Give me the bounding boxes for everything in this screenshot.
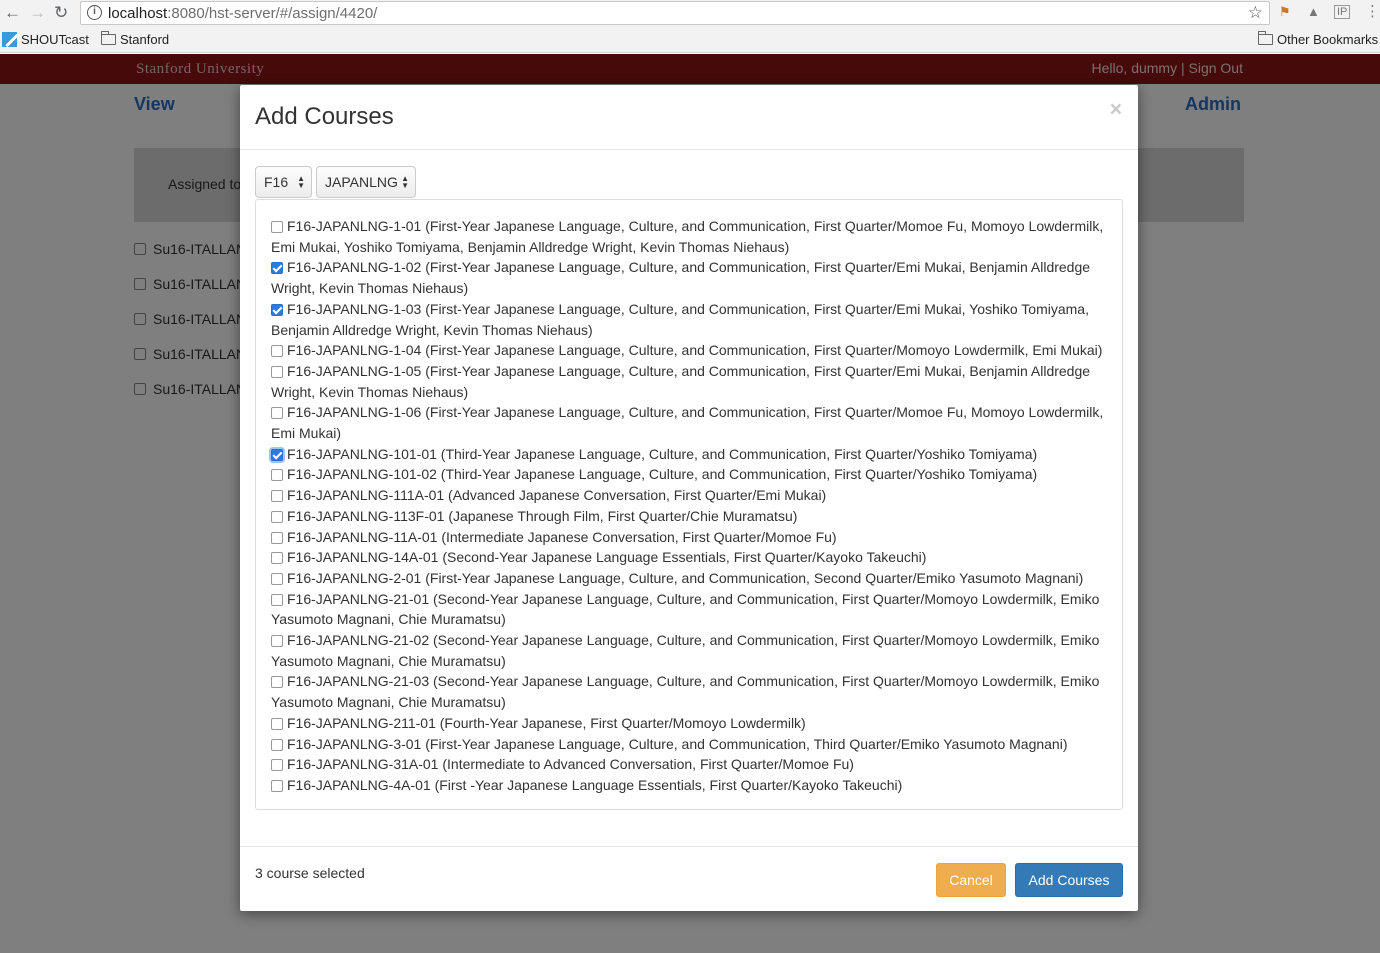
course-label: F16-JAPANLNG-101-01 (Third-Year Japanese… <box>287 445 1038 462</box>
info-icon[interactable]: i <box>87 5 102 20</box>
course-item[interactable]: F16-JAPANLNG-31A-01 (Intermediate to Adv… <box>271 754 1111 775</box>
course-checkbox[interactable] <box>271 469 283 482</box>
course-label: F16-JAPANLNG-2-01 (First-Year Japanese L… <box>287 569 1084 586</box>
select-arrows-icon: ▲ ▼ <box>401 174 409 190</box>
menu-kebab-icon[interactable]: ⋮ <box>1365 2 1380 20</box>
bookmark-shoutcast[interactable]: SHOUTcast <box>2 32 89 47</box>
selected-count: 3 course selected <box>255 865 365 881</box>
modal-title: Add Courses <box>255 103 394 130</box>
course-item[interactable]: F16-JAPANLNG-111A-01 (Advanced Japanese … <box>271 485 1111 506</box>
browser-toolbar: ← → ↻ i localhost:8080/hst-server/#/assi… <box>0 0 1380 27</box>
course-label: F16-JAPANLNG-21-02 (Second-Year Japanese… <box>271 632 1100 669</box>
add-courses-modal: Add Courses × F16 ▲ ▼ JAPANLNG ▲ ▼ F16-JAP… <box>240 85 1138 911</box>
extension-icon[interactable]: ▲ <box>1307 4 1320 19</box>
course-label: F16-JAPANLNG-21-01 (Second-Year Japanese… <box>271 590 1100 628</box>
course-item[interactable]: F16-JAPANLNG-211-01 (Fourth-Year Japanes… <box>271 713 1111 734</box>
course-label: F16-JAPANLNG-3-01 (First-Year Japanese L… <box>287 735 1068 752</box>
reload-icon[interactable]: ↻ <box>54 2 68 24</box>
select-arrows-icon: ▲ ▼ <box>297 174 305 190</box>
course-item[interactable]: F16-JAPANLNG-101-02 (Third-Year Japanese… <box>271 464 1111 485</box>
modal-footer: 3 course selected Cancel Add Courses <box>240 846 1138 911</box>
other-bookmarks[interactable]: Other Bookmarks <box>1258 31 1378 47</box>
course-label: F16-JAPANLNG-14A-01 (Second-Year Japanes… <box>287 549 927 566</box>
course-item[interactable]: F16-JAPANLNG-11A-01 (Intermediate Japane… <box>271 527 1111 548</box>
shoutcast-icon <box>2 32 17 47</box>
course-label: F16-JAPANLNG-1-03 (First-Year Japanese L… <box>271 300 1089 338</box>
close-icon[interactable]: × <box>1110 98 1122 122</box>
course-item[interactable]: F16-JAPANLNG-113F-01 (Japanese Through F… <box>271 506 1111 527</box>
course-label: F16-JAPANLNG-101-02 (Third-Year Japanese… <box>287 466 1038 483</box>
course-item[interactable]: F16-JAPANLNG-3-01 (First-Year Japanese L… <box>271 734 1111 755</box>
course-checkbox[interactable] <box>271 221 283 233</box>
bookmarks-bar: SHOUTcast Stanford Other Bookmarks <box>0 27 1380 53</box>
course-checkbox[interactable] <box>271 552 283 565</box>
course-item[interactable]: F16-JAPANLNG-14A-01 (Second-Year Japanes… <box>271 547 1111 568</box>
course-label: F16-JAPANLNG-4A-01 (First -Year Japanese… <box>287 776 903 793</box>
course-checkbox[interactable] <box>271 572 283 585</box>
course-item[interactable]: F16-JAPANLNG-21-02 (Second-Year Japanese… <box>271 630 1111 671</box>
course-label: F16-JAPANLNG-1-01 (First-Year Japanese L… <box>271 218 1104 255</box>
folder-icon <box>1258 31 1273 45</box>
ip-extension-icon[interactable]: IP <box>1334 5 1351 19</box>
course-label: F16-JAPANLNG-1-05 (First-Year Japanese L… <box>271 362 1091 400</box>
subject-select[interactable]: JAPANLNG ▲ ▼ <box>316 166 416 198</box>
course-checkbox[interactable] <box>271 303 283 316</box>
course-checkbox[interactable] <box>271 262 283 275</box>
course-checkbox[interactable] <box>271 738 283 751</box>
course-checkbox[interactable] <box>271 345 283 358</box>
course-label: F16-JAPANLNG-113F-01 (Japanese Through F… <box>287 507 798 524</box>
course-label: F16-JAPANLNG-1-06 (First-Year Japanese L… <box>271 404 1104 442</box>
course-label: F16-JAPANLNG-21-03 (Second-Year Japanese… <box>271 673 1100 711</box>
course-label: F16-JAPANLNG-211-01 (Fourth-Year Japanes… <box>287 714 806 731</box>
course-checkbox[interactable] <box>271 635 283 648</box>
modal-header: Add Courses × <box>240 85 1138 150</box>
course-list: F16-JAPANLNG-1-01 (First-Year Japanese L… <box>271 216 1111 796</box>
course-label: F16-JAPANLNG-1-02 (First-Year Japanese L… <box>271 259 1091 297</box>
course-checkbox[interactable] <box>271 717 283 730</box>
course-checkbox[interactable] <box>271 490 283 503</box>
course-label: F16-JAPANLNG-111A-01 (Advanced Japanese … <box>287 487 827 504</box>
course-checkbox[interactable] <box>271 407 283 420</box>
course-item[interactable]: F16-JAPANLNG-1-06 (First-Year Japanese L… <box>271 402 1111 443</box>
add-courses-button[interactable]: Add Courses <box>1015 863 1123 897</box>
extension-icon[interactable]: ⚑ <box>1279 4 1291 20</box>
course-checkbox[interactable] <box>271 779 283 792</box>
course-label: F16-JAPANLNG-31A-01 (Intermediate to Adv… <box>287 756 854 773</box>
course-item[interactable]: F16-JAPANLNG-1-05 (First-Year Japanese L… <box>271 361 1111 402</box>
course-checkbox[interactable] <box>271 759 283 772</box>
course-checkbox[interactable] <box>271 365 283 378</box>
course-item[interactable]: F16-JAPANLNG-1-01 (First-Year Japanese L… <box>271 216 1111 257</box>
course-item[interactable]: F16-JAPANLNG-101-01 (Third-Year Japanese… <box>271 444 1111 465</box>
back-arrow-icon[interactable]: ← <box>4 2 21 24</box>
course-checkbox[interactable] <box>271 531 283 544</box>
course-label: F16-JAPANLNG-1-04 (First-Year Japanese L… <box>287 342 1103 359</box>
course-item[interactable]: F16-JAPANLNG-21-01 (Second-Year Japanese… <box>271 589 1111 630</box>
bookmark-star-icon[interactable]: ☆ <box>1248 3 1263 23</box>
course-item[interactable]: F16-JAPANLNG-4A-01 (First -Year Japanese… <box>271 775 1111 796</box>
course-item[interactable]: F16-JAPANLNG-1-03 (First-Year Japanese L… <box>271 299 1111 340</box>
course-checkbox[interactable] <box>271 510 283 523</box>
course-item[interactable]: F16-JAPANLNG-2-01 (First-Year Japanese L… <box>271 568 1111 589</box>
folder-icon <box>101 31 116 45</box>
course-label: F16-JAPANLNG-11A-01 (Intermediate Japane… <box>287 528 837 545</box>
url-text: localhost:8080/hst-server/#/assign/4420/ <box>108 5 378 22</box>
bookmark-stanford[interactable]: Stanford <box>101 31 169 47</box>
course-checkbox[interactable] <box>271 448 283 461</box>
term-select[interactable]: F16 ▲ ▼ <box>255 166 312 198</box>
course-item[interactable]: F16-JAPANLNG-21-03 (Second-Year Japanese… <box>271 671 1111 712</box>
course-checkbox[interactable] <box>271 676 283 689</box>
forward-arrow-icon[interactable]: → <box>29 2 46 24</box>
course-list-box: F16-JAPANLNG-1-01 (First-Year Japanese L… <box>255 199 1123 810</box>
course-item[interactable]: F16-JAPANLNG-1-04 (First-Year Japanese L… <box>271 340 1111 361</box>
course-checkbox[interactable] <box>271 593 283 606</box>
address-bar[interactable]: i localhost:8080/hst-server/#/assign/442… <box>80 1 1270 25</box>
cancel-button[interactable]: Cancel <box>936 863 1006 897</box>
course-item[interactable]: F16-JAPANLNG-1-02 (First-Year Japanese L… <box>271 257 1111 298</box>
